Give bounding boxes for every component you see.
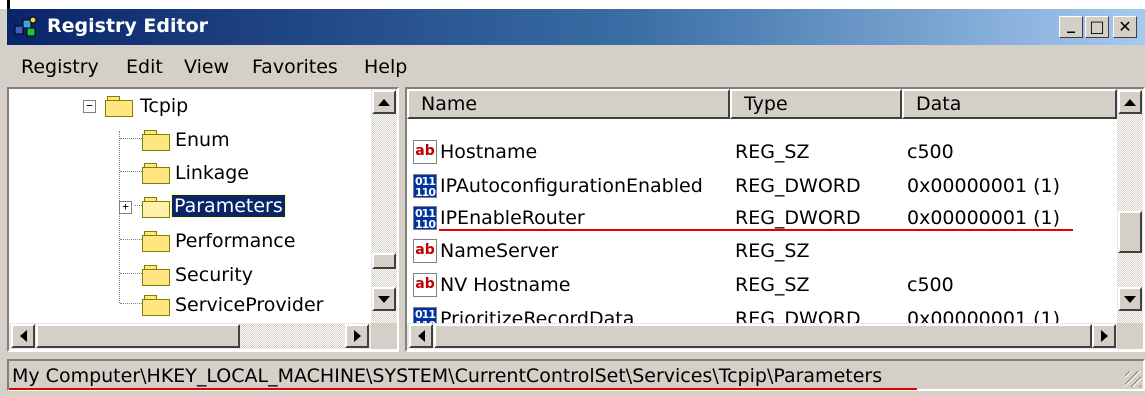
- annotation-underline: [9, 388, 917, 390]
- scroll-thumb[interactable]: [1118, 211, 1142, 253]
- tree-item-enum[interactable]: Enum: [9, 125, 369, 155]
- menu-bar: Registry Edit View Favorites Help: [7, 50, 1145, 84]
- value-type: REG_DWORD: [735, 175, 861, 197]
- column-label: Data: [916, 93, 962, 115]
- value-row-nameserver[interactable]: ab NameServer REG_SZ: [407, 235, 1117, 267]
- scroll-thumb[interactable]: [434, 324, 1092, 348]
- tree-item-linkage[interactable]: Linkage: [9, 158, 369, 188]
- folder-icon: [142, 295, 170, 316]
- registry-editor-app-icon: [14, 16, 37, 37]
- arrow-left-icon: [19, 330, 27, 342]
- window-title: Registry Editor: [47, 15, 208, 37]
- menu-view[interactable]: View: [184, 56, 229, 78]
- value-name: NV Hostname: [440, 274, 571, 296]
- value-name: IPEnableRouter: [440, 207, 585, 229]
- scroll-right-button[interactable]: [345, 324, 369, 348]
- resize-grip-icon[interactable]: [1125, 371, 1141, 387]
- folder-icon: [142, 163, 170, 184]
- column-header-name[interactable]: Name: [407, 89, 730, 119]
- value-row-nv-hostname[interactable]: ab NV Hostname REG_SZ c500: [407, 269, 1117, 301]
- menu-help[interactable]: Help: [364, 56, 407, 78]
- value-name: IPAutoconfigurationEnabled: [440, 175, 703, 197]
- folder-icon: [105, 96, 133, 117]
- values-list-pane[interactable]: Name Type Data ab Hostname REG_SZ c500 0…: [405, 87, 1145, 352]
- arrow-right-icon: [1100, 330, 1108, 342]
- value-row-hostname[interactable]: ab Hostname REG_SZ c500: [407, 136, 1117, 168]
- current-key-path: My Computer\HKEY_LOCAL_MACHINE\SYSTEM\Cu…: [12, 365, 883, 387]
- status-bar: My Computer\HKEY_LOCAL_MACHINE\SYSTEM\Cu…: [7, 359, 1145, 391]
- menu-registry[interactable]: Registry: [21, 56, 99, 78]
- folder-icon: [142, 130, 170, 151]
- tree-item-label-selected: Parameters: [171, 194, 286, 218]
- value-data: c500: [907, 141, 954, 163]
- scroll-left-button[interactable]: [409, 324, 433, 348]
- column-header-type[interactable]: Type: [730, 89, 902, 119]
- tree-item-label: Security: [175, 264, 254, 286]
- scroll-up-button[interactable]: [1118, 90, 1142, 114]
- close-icon: ✕: [1118, 17, 1132, 36]
- value-type: REG_SZ: [735, 240, 810, 262]
- minimize-icon: _: [1067, 14, 1075, 33]
- title-bar[interactable]: Registry Editor _ □ ✕: [7, 9, 1145, 45]
- annotation-underline: [439, 229, 1073, 231]
- arrow-left-icon: [417, 330, 425, 342]
- arrow-up-icon: [378, 98, 390, 106]
- scrollbar-corner: [1117, 323, 1143, 349]
- value-data: c500: [907, 274, 954, 296]
- value-type: REG_DWORD: [735, 207, 861, 229]
- folder-icon: [142, 231, 170, 252]
- cursor-mark: [7, 0, 10, 9]
- dword-value-icon: 011 110: [413, 206, 437, 230]
- tree-item-label: ServiceProvider: [175, 294, 324, 316]
- value-type: REG_SZ: [735, 274, 810, 296]
- column-label: Name: [421, 93, 478, 115]
- collapse-icon[interactable]: −: [83, 100, 96, 113]
- top-strip: [0, 0, 1145, 9]
- value-data: 0x00000001 (1): [907, 175, 1060, 197]
- tree-item-label: Linkage: [175, 162, 249, 184]
- value-name: NameServer: [440, 240, 559, 262]
- value-row-ipautoconfigurationenabled[interactable]: 011 110 IPAutoconfigurationEnabled REG_D…: [407, 170, 1117, 202]
- folder-icon: [142, 265, 170, 286]
- key-tree-pane[interactable]: − Tcpip Enum Linkage + Parameters Perfor…: [7, 87, 399, 352]
- dword-value-icon: 011 110: [413, 174, 437, 198]
- scroll-up-button[interactable]: [372, 90, 396, 114]
- value-name: Hostname: [440, 141, 538, 163]
- scrollbar-corner: [371, 323, 397, 349]
- registry-editor-window: Registry Editor _ □ ✕ Registry Edit View…: [0, 0, 1145, 396]
- tree-item-parameters[interactable]: + Parameters: [9, 192, 369, 222]
- scroll-left-button[interactable]: [11, 324, 35, 348]
- expand-icon[interactable]: +: [119, 201, 132, 214]
- value-data: 0x00000001 (1): [907, 207, 1060, 229]
- open-folder-icon: [142, 197, 170, 218]
- tree-item-performance[interactable]: Performance: [9, 226, 369, 256]
- tree-item-label: Enum: [175, 129, 230, 151]
- string-value-icon: ab: [413, 140, 437, 164]
- value-type: REG_SZ: [735, 141, 810, 163]
- tree-item-serviceprovider[interactable]: ServiceProvider: [9, 290, 369, 320]
- string-value-icon: ab: [413, 239, 437, 263]
- tree-item-tcpip[interactable]: − Tcpip: [9, 91, 369, 121]
- scroll-down-button[interactable]: [372, 287, 396, 311]
- scroll-right-button[interactable]: [1092, 324, 1116, 348]
- close-button[interactable]: ✕: [1113, 16, 1137, 38]
- tree-item-security[interactable]: Security: [9, 260, 369, 290]
- minimize-button[interactable]: _: [1059, 16, 1083, 38]
- tree-item-label: Tcpip: [140, 95, 189, 117]
- tree-item-label: Performance: [175, 230, 296, 252]
- scroll-thumb[interactable]: [36, 324, 240, 348]
- maximize-icon: □: [1089, 17, 1105, 36]
- menu-edit[interactable]: Edit: [126, 56, 163, 78]
- column-header-data[interactable]: Data: [902, 89, 1117, 119]
- column-label: Type: [744, 93, 788, 115]
- menu-favorites[interactable]: Favorites: [252, 56, 338, 78]
- arrow-down-icon: [378, 295, 390, 303]
- string-value-icon: ab: [413, 273, 437, 297]
- arrow-right-icon: [353, 330, 361, 342]
- scroll-down-button[interactable]: [1118, 287, 1142, 311]
- arrow-up-icon: [1124, 98, 1136, 106]
- arrow-down-icon: [1124, 295, 1136, 303]
- scroll-thumb[interactable]: [372, 253, 396, 269]
- maximize-button[interactable]: □: [1085, 16, 1109, 38]
